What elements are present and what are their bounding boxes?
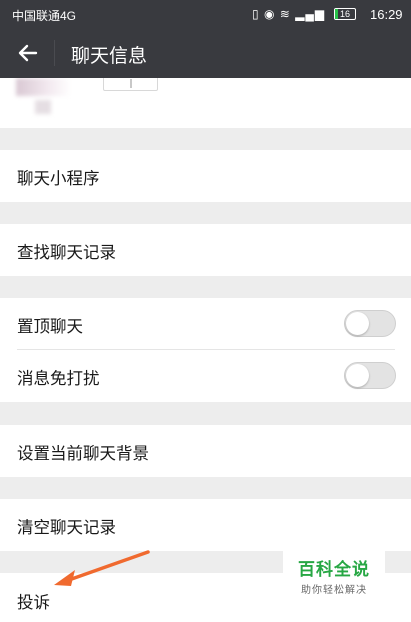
page-title: 聊天信息 — [71, 45, 148, 67]
title-divider — [54, 40, 55, 66]
eye-icon: ◉ — [263, 7, 276, 21]
sticky-on-top-label: 置顶聊天 — [17, 317, 83, 336]
mini-programs-label: 聊天小程序 — [17, 169, 100, 188]
title-bar: 聊天信息 — [0, 28, 411, 78]
vibrate-icon: ▯ — [252, 7, 260, 21]
mute-notifications-label: 消息免打扰 — [17, 369, 100, 388]
report-label: 投诉 — [17, 593, 50, 612]
set-background-label: 设置当前聊天背景 — [17, 444, 149, 463]
member-name — [35, 100, 51, 114]
plus-icon — [130, 79, 132, 88]
wifi-icon: ≋ — [279, 7, 291, 21]
battery-fill — [335, 9, 339, 19]
mini-programs-item[interactable]: 聊天小程序 — [0, 150, 411, 202]
add-member-button[interactable] — [103, 78, 158, 91]
watermark-logo: 百科全说 助你轻松解决 — [283, 548, 385, 600]
search-history-item[interactable]: 查找聊天记录 — [0, 224, 411, 276]
avatar[interactable] — [16, 78, 71, 96]
battery-label: 16 — [339, 9, 350, 19]
set-background-item[interactable]: 设置当前聊天背景 — [0, 425, 411, 477]
mute-notifications-toggle[interactable] — [344, 362, 396, 389]
arrow-left-icon[interactable] — [14, 39, 42, 67]
clock: 16:29 — [370, 7, 403, 22]
clear-history-item[interactable]: 清空聊天记录 — [0, 499, 411, 551]
mute-notifications-item: 消息免打扰 — [0, 350, 411, 402]
watermark-title: 百科全说 — [298, 560, 370, 580]
carrier-label: 中国联通4G — [12, 9, 77, 23]
member-list — [0, 78, 411, 128]
sticky-on-top-item: 置顶聊天 — [0, 298, 411, 350]
watermark-subtitle: 助你轻松解决 — [301, 585, 367, 596]
sticky-on-top-toggle[interactable] — [344, 310, 396, 337]
toggle-knob — [346, 312, 369, 335]
status-bar: 中国联通4G ▯ ◉ ≋ ▂▄▆ 16 16:29 — [0, 0, 411, 28]
clear-history-label: 清空聊天记录 — [17, 518, 116, 537]
signal-icon: ▂▄▆ — [295, 7, 326, 21]
search-history-label: 查找聊天记录 — [17, 243, 116, 262]
status-icons: ▯ ◉ ≋ ▂▄▆ — [252, 7, 325, 21]
toggle-knob — [346, 364, 369, 387]
battery-icon: 16 — [334, 8, 356, 20]
